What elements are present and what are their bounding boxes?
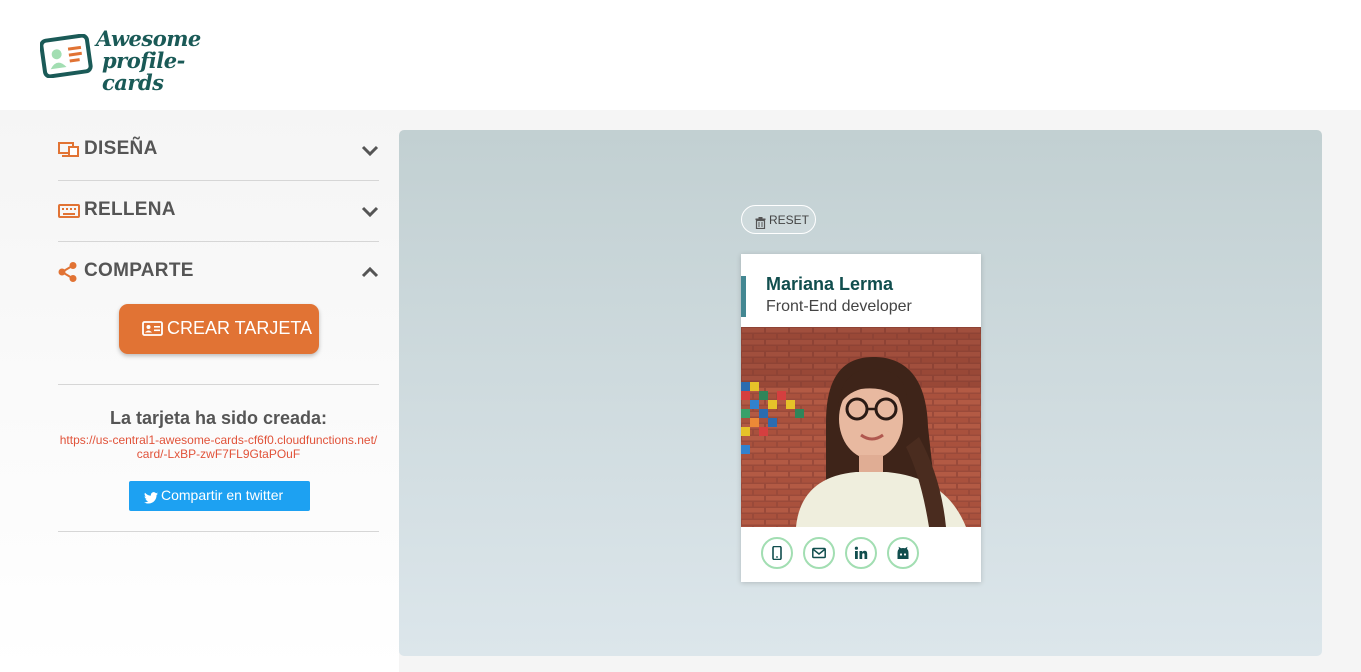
keyboard-icon — [58, 201, 80, 221]
id-card-icon — [142, 321, 163, 340]
twitter-icon — [144, 489, 158, 508]
divider — [58, 384, 379, 385]
section-rellena-header[interactable]: RELLENA — [58, 181, 379, 242]
section-comparte-header[interactable]: COMPARTE — [58, 242, 379, 303]
profile-card-icon — [39, 33, 94, 82]
social-email-button[interactable] — [803, 537, 835, 569]
profile-photo — [741, 327, 981, 527]
trash-icon — [755, 214, 766, 233]
reset-button[interactable]: RESET — [741, 205, 816, 234]
github-icon — [897, 546, 909, 559]
chevron-down-icon — [361, 142, 379, 157]
card-created-title: La tarjeta ha sido creada: — [109, 408, 328, 428]
linkedin-icon — [854, 546, 868, 559]
card-name: Mariana Lerma — [766, 274, 894, 294]
logo-wordmark: Awesome profile-cards — [96, 28, 238, 94]
divider — [58, 531, 379, 532]
share-icon — [58, 262, 80, 282]
chevron-down-icon — [361, 203, 379, 218]
profile-card: Mariana Lerma Front-End developer — [741, 254, 981, 582]
share-twitter-button[interactable]: Compartir en twitter — [129, 481, 310, 511]
envelope-icon — [812, 547, 826, 559]
create-card-label: CREAR TARJETA — [167, 318, 313, 338]
reset-label: RESET — [769, 213, 810, 227]
share-twitter-label: Compartir en twitter — [161, 487, 284, 503]
mobile-phone-icon — [772, 546, 782, 560]
section-comparte-label: COMPARTE — [84, 260, 194, 281]
logo-line2: profile-cards — [102, 48, 185, 95]
card-job: Front-End developer — [766, 298, 912, 315]
app-header: Awesome profile-cards — [0, 0, 1361, 110]
section-rellena-label: RELLENA — [84, 199, 176, 220]
section-disena-header[interactable]: DISEÑA — [58, 120, 379, 181]
card-accent-bar — [741, 276, 746, 317]
social-phone-button[interactable] — [761, 537, 793, 569]
social-linkedin-button[interactable] — [845, 537, 877, 569]
chevron-up-icon — [361, 264, 379, 278]
card-created-link[interactable]: https://us-central1-awesome-cards-cf6f0.… — [58, 433, 379, 461]
layout-icon — [58, 140, 80, 160]
create-card-button[interactable]: CREAR TARJETA — [119, 304, 319, 354]
social-github-button[interactable] — [887, 537, 919, 569]
app-logo[interactable]: Awesome profile-cards — [38, 26, 238, 94]
card-preview-area: RESET Mariana Lerma Front-End developer — [399, 130, 1322, 656]
section-disena-label: DISEÑA — [84, 138, 158, 159]
